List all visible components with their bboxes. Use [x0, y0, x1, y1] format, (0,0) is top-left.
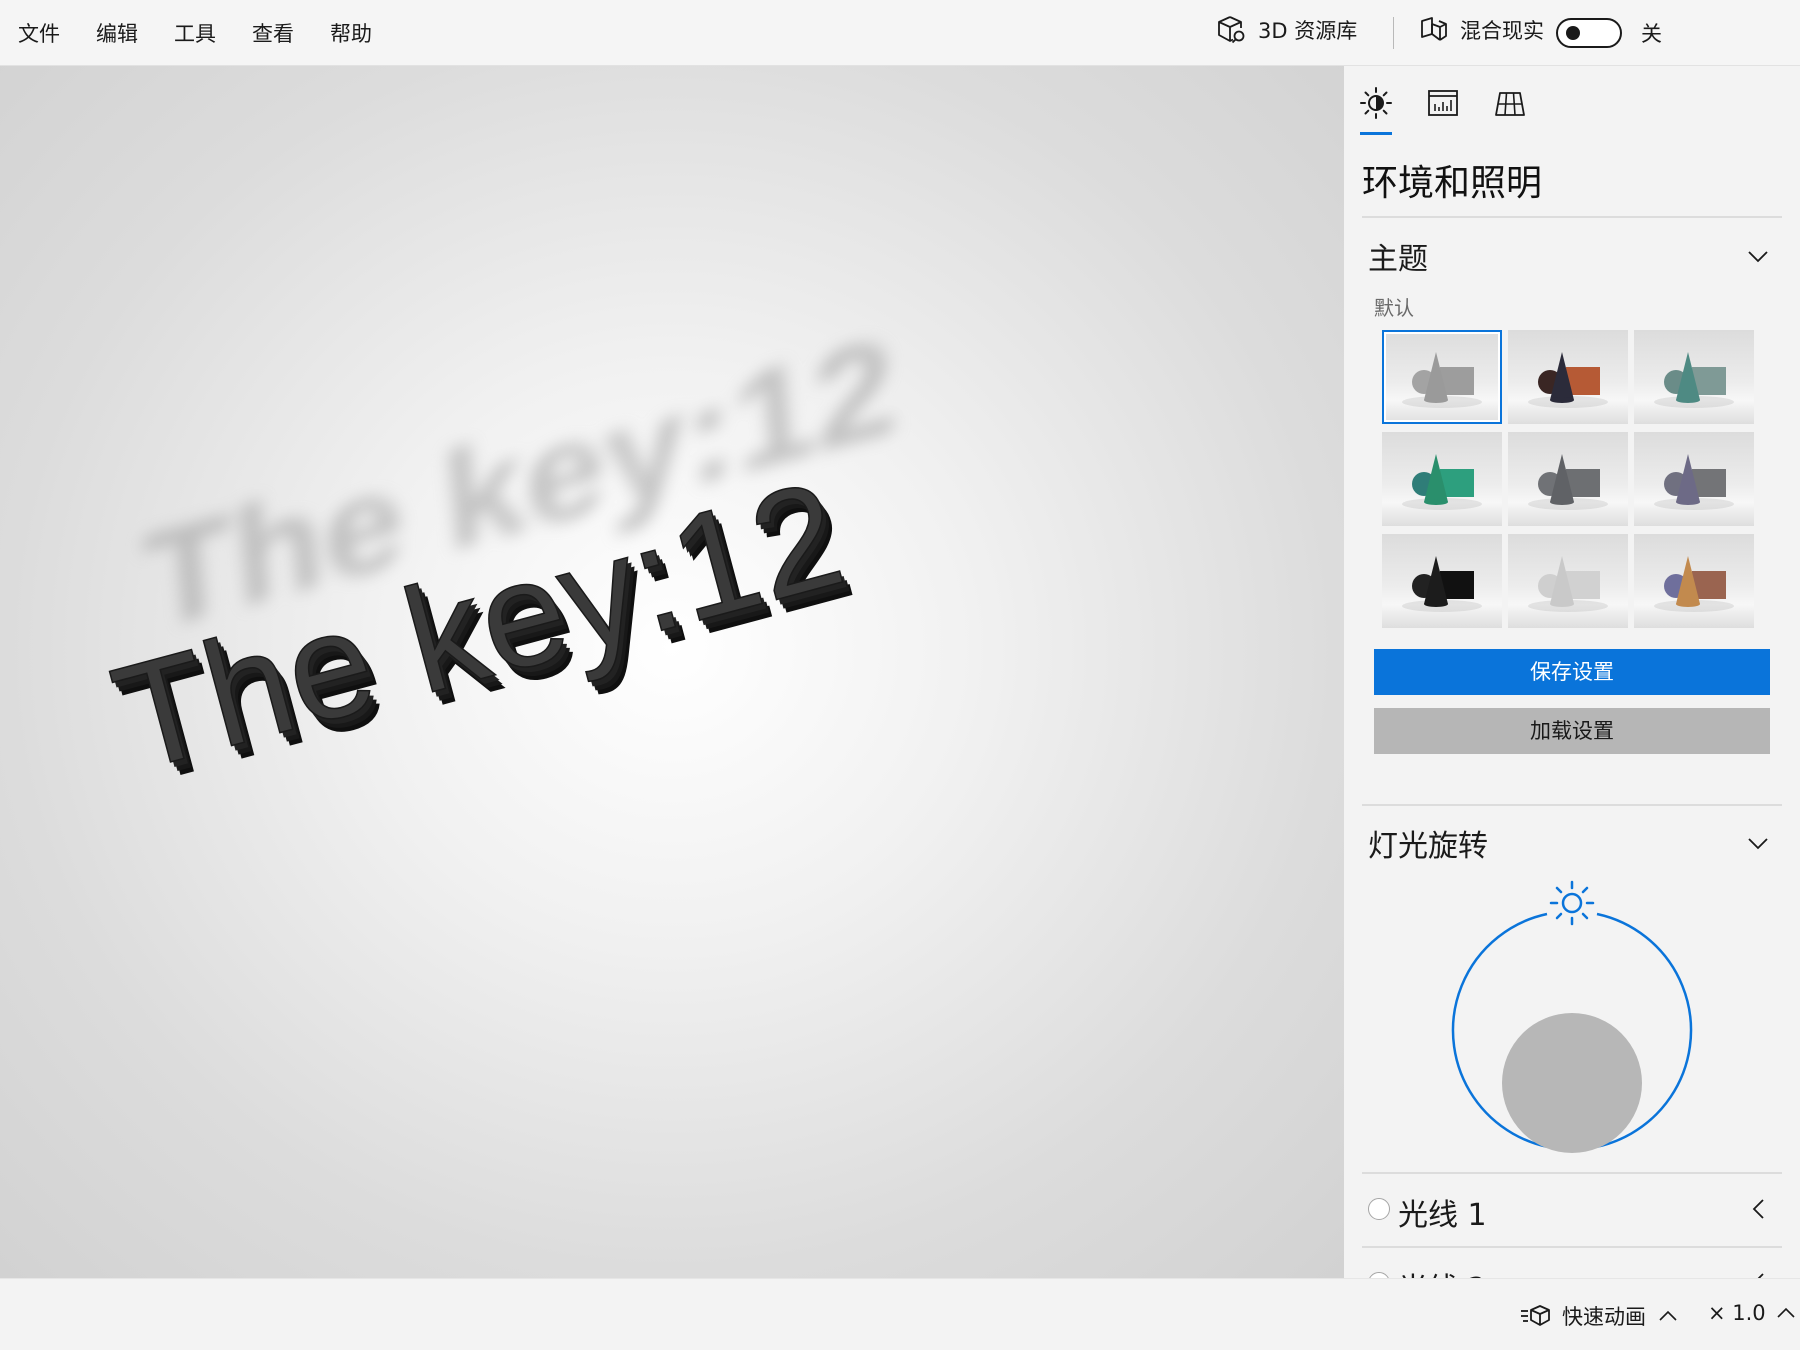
light-handle-sun-icon[interactable]: [1549, 880, 1595, 926]
toggle-knob: [1566, 26, 1580, 40]
theme-preview: [1402, 352, 1482, 408]
theme-option-2[interactable]: [1508, 330, 1628, 424]
selected-theme-label: 默认: [1374, 296, 1414, 320]
3d-library-label: 3D 资源库: [1258, 19, 1358, 43]
3d-library-button[interactable]: 3D 资源库: [1216, 14, 1357, 46]
3d-scene: The key:12 The key:12 The key:12 The key…: [97, 308, 901, 816]
sun-icon: [1360, 87, 1392, 119]
quick-animation-label: 快速动画: [1562, 1305, 1646, 1329]
menu-divider: [1393, 17, 1394, 49]
mixed-reality-toggle[interactable]: [1556, 18, 1622, 48]
theme-option-8[interactable]: [1508, 534, 1628, 628]
theme-preview: [1528, 556, 1608, 612]
load-settings-button[interactable]: 加载设置: [1374, 708, 1770, 754]
tab-stats[interactable]: [1426, 86, 1460, 120]
theme-preview: [1528, 454, 1608, 510]
divider: [1362, 804, 1782, 806]
3d-viewport[interactable]: The key:12 The key:12 The key:12 The key…: [0, 66, 1344, 1278]
theme-option-4[interactable]: [1382, 432, 1502, 526]
chevron-down-icon: [1748, 838, 1768, 850]
theme-preview: [1654, 454, 1734, 510]
chevron-up-icon: [1659, 1310, 1677, 1321]
menu-tools[interactable]: 工具: [174, 18, 216, 48]
theme-option-6[interactable]: [1634, 432, 1754, 526]
save-settings-button[interactable]: 保存设置: [1374, 649, 1770, 695]
light-section-title: 灯光旋转: [1368, 829, 1488, 864]
menu-help[interactable]: 帮助: [330, 18, 372, 48]
menu-file[interactable]: 文件: [18, 18, 60, 48]
light-2-label: 光线 2: [1398, 1264, 1487, 1278]
status-bar: 快速动画 × 1.0: [0, 1278, 1800, 1350]
theme-preview: [1402, 454, 1482, 510]
mixed-reality-label: 混合现实: [1460, 19, 1544, 43]
mixed-reality-button[interactable]: 混合现实: [1418, 14, 1544, 46]
mixed-reality-state: 关: [1641, 22, 1662, 46]
theme-preview: [1402, 556, 1482, 612]
mixed-reality-icon: [1418, 14, 1450, 46]
light-row-2[interactable]: 光线 2: [1362, 1248, 1782, 1278]
light-row-1[interactable]: 光线 1: [1362, 1174, 1782, 1244]
animation-speed-label: × 1.0: [1708, 1301, 1766, 1325]
theme-option-3[interactable]: [1634, 330, 1754, 424]
divider: [1362, 216, 1782, 218]
animation-cube-icon: [1520, 1303, 1552, 1329]
menu-edit[interactable]: 编辑: [96, 18, 138, 48]
theme-preview: [1654, 556, 1734, 612]
chevron-down-icon: [1748, 251, 1768, 263]
grid-icon: [1495, 92, 1525, 116]
menu-view[interactable]: 查看: [252, 18, 294, 48]
panel-title: 环境和照明: [1362, 163, 1543, 204]
active-tab-indicator: [1360, 132, 1392, 135]
light-1-radio[interactable]: [1368, 1198, 1390, 1220]
tab-environment[interactable]: [1359, 86, 1393, 120]
light-1-label: 光线 1: [1398, 1198, 1487, 1233]
chevron-up-icon: [1777, 1307, 1795, 1318]
tab-grid[interactable]: [1493, 86, 1527, 120]
side-panel: 环境和照明 主题 默认 保存设置 加载设置 灯光旋转 光线 1: [1344, 66, 1800, 1278]
theme-preview: [1654, 352, 1734, 408]
stats-icon: [1428, 90, 1458, 116]
cube-search-icon: [1216, 14, 1248, 46]
theme-option-7[interactable]: [1382, 534, 1502, 628]
theme-option-9[interactable]: [1634, 534, 1754, 628]
animation-speed-button[interactable]: × 1.0: [1708, 1301, 1796, 1325]
theme-option-1[interactable]: [1382, 330, 1502, 424]
theme-preview: [1528, 352, 1608, 408]
theme-option-5[interactable]: [1508, 432, 1628, 526]
chevron-left-icon: [1752, 1199, 1764, 1219]
theme-grid: [1382, 330, 1754, 628]
theme-section-title: 主题: [1368, 242, 1428, 277]
menu-bar: 文件 编辑 工具 查看 帮助 3D 资源库 混合现实 关: [0, 0, 1800, 66]
quick-animation-button[interactable]: 快速动画: [1520, 1301, 1678, 1331]
